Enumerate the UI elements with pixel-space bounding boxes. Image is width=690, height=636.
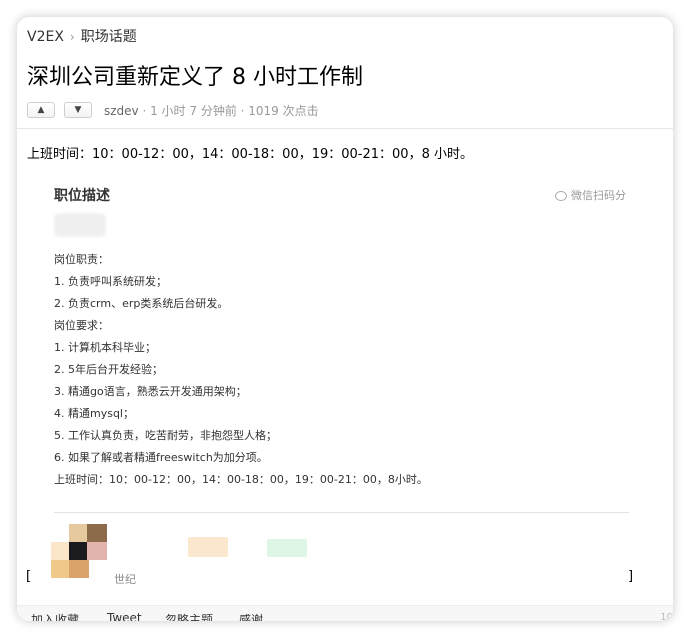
job-line: 1. 负责呼叫系统研发； [54, 275, 167, 288]
breadcrumb-separator: › [69, 30, 75, 44]
topic-meta: szdev · 1 小时 7 分钟前 · 1019 次点击 [104, 102, 319, 119]
ignore-topic-link[interactable]: 忽略主题 [165, 611, 213, 621]
mosaic-tile [87, 524, 107, 542]
topic-title: 深圳公司重新定义了 8 小时工作制 [27, 65, 363, 90]
topic-header: V2EX › 职场话题 深圳公司重新定义了 8 小时工作制 ▲ ▼ szdev · … [17, 17, 673, 129]
divider [54, 512, 629, 513]
wechat-share-label: 微信扫码分 [571, 189, 626, 202]
chat-bubble-icon [555, 191, 567, 201]
downvote-button[interactable]: ▼ [64, 102, 92, 118]
mosaic-tile [87, 542, 107, 560]
topic-footer: 加入收藏 Tweet 忽略主题 感谢 10 [17, 605, 673, 621]
job-line: 3. 精通go语言，熟悉云开发通用架构； [54, 385, 247, 398]
image-bracket-left: [ [26, 569, 32, 584]
job-line: 2. 5年后台开发经验； [54, 363, 163, 376]
job-line: 岗位职责： [54, 253, 109, 266]
job-line: 岗位要求： [54, 319, 109, 332]
company-name: 世纪 [114, 573, 136, 586]
job-line: 上班时间：10：00-12：00，14：00-18：00，19：00-21：00… [54, 473, 428, 486]
favorite-link[interactable]: 加入收藏 [31, 611, 79, 621]
job-description-title: 职位描述 [54, 188, 110, 204]
upvote-button[interactable]: ▲ [27, 102, 55, 118]
job-line: 4. 精通mysql； [54, 407, 134, 420]
mosaic-tile [51, 560, 71, 578]
topic-meta-text: · 1 小时 7 分钟前 · 1019 次点击 [138, 104, 319, 118]
embedded-screenshot: 职位描述 微信扫码分 岗位职责： 1. 负责呼叫系统研发； 2. 负责crm、e… [51, 177, 634, 595]
job-line: 6. 如果了解或者精通freeswitch为加分项。 [54, 451, 268, 464]
vote-controls: ▲ ▼ [27, 102, 92, 118]
blurred-tag [54, 213, 106, 237]
thank-link[interactable]: 感谢 [239, 611, 263, 621]
job-line: 2. 负责crm、erp类系统后台研发。 [54, 297, 229, 310]
mosaic-tile [69, 542, 89, 560]
breadcrumb-home-link[interactable]: V2EX [27, 29, 64, 45]
footer-view-count: 10 [660, 612, 673, 621]
redacted-blot [188, 537, 228, 557]
topic-card: V2EX › 职场话题 深圳公司重新定义了 8 小时工作制 ▲ ▼ szdev · … [17, 17, 673, 621]
job-line: 5. 工作认真负责，吃苦耐劳，非抱怨型人格； [54, 429, 277, 442]
mosaic-tile [51, 542, 71, 560]
company-logo-mosaic [51, 522, 111, 578]
breadcrumb-node-link[interactable]: 职场话题 [81, 29, 137, 45]
breadcrumb: V2EX › 职场话题 [27, 26, 137, 46]
tweet-link[interactable]: Tweet [107, 611, 142, 621]
redacted-blot [267, 539, 307, 557]
image-bracket-right: ] [628, 569, 634, 584]
chevron-down-icon: ▼ [74, 105, 82, 115]
topic-content-intro: 上班时间：10：00-12：00，14：00-18：00，19：00-21：00… [27, 147, 473, 162]
author-link[interactable]: szdev [104, 104, 139, 118]
mosaic-tile [69, 560, 89, 578]
chevron-up-icon: ▲ [37, 105, 45, 115]
job-line: 1. 计算机本科毕业； [54, 341, 156, 354]
wechat-share: 微信扫码分 [555, 187, 626, 203]
mosaic-tile [69, 524, 89, 542]
